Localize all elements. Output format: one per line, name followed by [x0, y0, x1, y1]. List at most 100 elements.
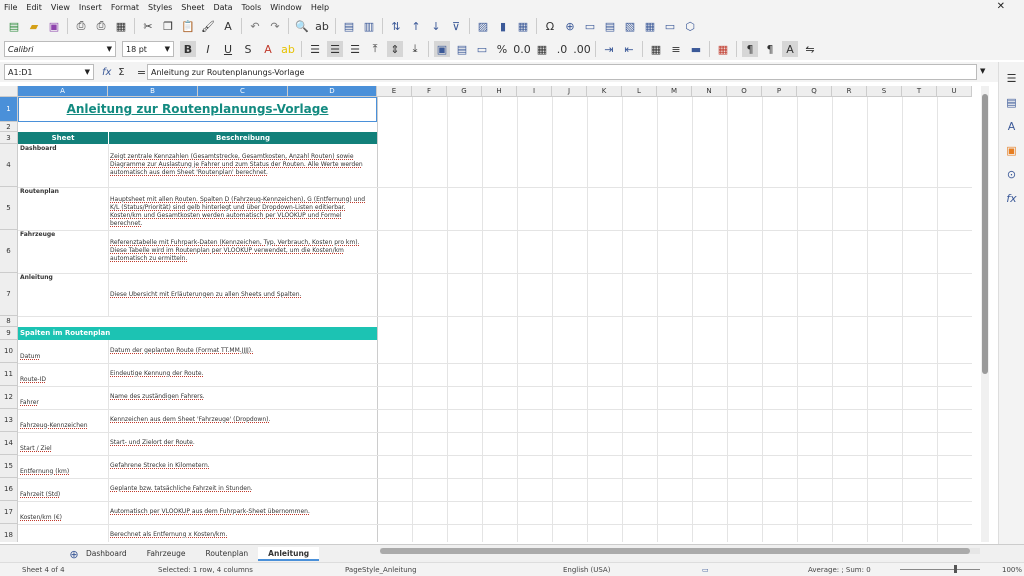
- save-icon[interactable]: ▣: [46, 18, 62, 34]
- sheet-title-cell[interactable]: Anleitung zur Routenplanungs-Vorlage: [18, 97, 377, 122]
- align-bottom-icon[interactable]: ⤓: [407, 41, 423, 57]
- column-header-f[interactable]: F: [412, 86, 447, 97]
- print-icon[interactable]: ⎙: [93, 18, 109, 34]
- text-vertical-icon[interactable]: A: [782, 41, 798, 57]
- tab-routenplan[interactable]: Routenplan: [195, 547, 258, 561]
- row-header-10[interactable]: 10: [0, 340, 18, 363]
- row-header-9[interactable]: 9: [0, 327, 18, 340]
- redo-icon[interactable]: ↷: [267, 18, 283, 34]
- font-color-icon[interactable]: A: [260, 41, 276, 57]
- column-name-cell[interactable]: Route-ID: [20, 376, 106, 384]
- vertical-scrollbar[interactable]: [981, 86, 989, 542]
- column-header-t[interactable]: T: [902, 86, 937, 97]
- undo-icon[interactable]: ↶: [247, 18, 263, 34]
- gallery-icon[interactable]: ▣: [1004, 142, 1020, 158]
- column-icon[interactable]: ▥: [361, 18, 377, 34]
- column-header-n[interactable]: N: [692, 86, 727, 97]
- row-header-1[interactable]: 1: [0, 97, 18, 122]
- horizontal-scrollbar[interactable]: [380, 548, 980, 554]
- chevron-down-icon[interactable]: ▼: [85, 68, 90, 76]
- delete-decimal-icon[interactable]: .00: [573, 41, 591, 57]
- column-description-cell[interactable]: Geplante bzw. tatsächliche Fahrzeit in S…: [110, 485, 375, 493]
- sheet-name-cell[interactable]: Dashboard: [20, 145, 106, 153]
- sheet-description-cell[interactable]: Zeigt zentrale Kennzahlen (Gesamtstrecke…: [110, 153, 375, 177]
- row-header-8[interactable]: 8: [0, 316, 18, 327]
- column-header-m[interactable]: M: [657, 86, 692, 97]
- clear-format-icon[interactable]: A: [220, 18, 236, 34]
- column-header-g[interactable]: G: [447, 86, 482, 97]
- function-wizard-icon[interactable]: fx: [102, 67, 111, 78]
- comment-icon[interactable]: ▭: [582, 18, 598, 34]
- row-header-5[interactable]: 5: [0, 187, 18, 230]
- print-preview-icon[interactable]: ▦: [113, 18, 129, 34]
- row-header-14[interactable]: 14: [0, 432, 18, 455]
- tab-anleitung[interactable]: Anleitung: [258, 546, 320, 561]
- column-header-o[interactable]: O: [727, 86, 762, 97]
- export-pdf-icon[interactable]: ⎙: [73, 18, 89, 34]
- selection-mode-icon[interactable]: ▭: [702, 566, 709, 574]
- font-size-box[interactable]: 18 pt ▼: [122, 41, 174, 57]
- spreadsheet-grid[interactable]: A B C D E F G H I J K L M N O P Q R S T …: [0, 86, 992, 542]
- column-description-cell[interactable]: Eindeutige Kennung der Route.: [110, 370, 375, 378]
- chevron-down-icon[interactable]: ▼: [165, 45, 170, 53]
- column-name-cell[interactable]: Entfernung (km): [20, 468, 106, 476]
- merge-center-icon[interactable]: ▣: [434, 41, 450, 57]
- align-left-icon[interactable]: ☰: [307, 41, 323, 57]
- text-direction-rtl-icon[interactable]: ¶: [762, 41, 778, 57]
- menu-tools[interactable]: Tools: [242, 3, 262, 12]
- menu-help[interactable]: Help: [311, 3, 329, 12]
- add-decimal-icon[interactable]: .0: [554, 41, 570, 57]
- new-document-icon[interactable]: ▤: [6, 18, 22, 34]
- find-replace-icon[interactable]: 🔍: [294, 18, 310, 34]
- align-top-icon[interactable]: ⤒: [367, 41, 383, 57]
- row-header-6[interactable]: 6: [0, 230, 18, 273]
- column-description-cell[interactable]: Gefahrene Strecke in Kilometern.: [110, 462, 375, 470]
- properties-icon[interactable]: ▤: [1004, 94, 1020, 110]
- sheet-name-cell[interactable]: Routenplan: [20, 188, 106, 196]
- column-name-cell[interactable]: Fahrzeit (Std): [20, 491, 106, 499]
- row-header-15[interactable]: 15: [0, 455, 18, 478]
- chevron-down-icon[interactable]: ▼: [107, 45, 112, 53]
- menu-window[interactable]: Window: [270, 3, 302, 12]
- sort-ascending-icon[interactable]: ↑: [408, 18, 424, 34]
- menu-sheet[interactable]: Sheet: [181, 3, 204, 12]
- headers-footers-icon[interactable]: ▤: [602, 18, 618, 34]
- pivot-table-icon[interactable]: ▦: [515, 18, 531, 34]
- sort-icon[interactable]: ⇅: [388, 18, 404, 34]
- scrollbar-thumb[interactable]: [380, 548, 970, 554]
- sheet-name-cell[interactable]: Fahrzeuge: [20, 231, 106, 239]
- paste-icon[interactable]: 📋: [180, 18, 196, 34]
- column-header-h[interactable]: H: [482, 86, 517, 97]
- zoom-slider-handle[interactable]: [954, 565, 957, 573]
- show-draw-functions-icon[interactable]: ⬡: [682, 18, 698, 34]
- column-description-cell[interactable]: Datum der geplanten Route (Format TT.MM.…: [110, 347, 375, 355]
- row-header-18[interactable]: 18: [0, 524, 18, 542]
- navigator-icon[interactable]: ⊙: [1004, 166, 1020, 182]
- column-header-d[interactable]: D: [288, 86, 377, 97]
- split-window-icon[interactable]: ▭: [662, 18, 678, 34]
- sheet-description-cell[interactable]: Hauptsheet mit allen Routen. Spalten D (…: [110, 196, 375, 228]
- status-language[interactable]: English (USA): [563, 566, 610, 574]
- column-header-p[interactable]: P: [762, 86, 797, 97]
- border-style-icon[interactable]: ≡: [668, 41, 684, 57]
- scrollbar-thumb[interactable]: [982, 94, 988, 374]
- copy-icon[interactable]: ❐: [160, 18, 176, 34]
- column-description-cell[interactable]: Start- und Zielort der Route.: [110, 439, 375, 447]
- row-header-7[interactable]: 7: [0, 273, 18, 316]
- conditional-format-icon[interactable]: ▦: [715, 41, 731, 57]
- increase-indent-icon[interactable]: ⇥: [601, 41, 617, 57]
- styles-icon[interactable]: A: [1004, 118, 1020, 134]
- zoom-slider[interactable]: [900, 569, 980, 570]
- sum-icon[interactable]: Σ: [113, 64, 129, 80]
- open-folder-icon[interactable]: ▰: [26, 18, 42, 34]
- format-currency-icon[interactable]: ▭: [474, 41, 490, 57]
- column-header-r[interactable]: R: [832, 86, 867, 97]
- column-description-cell[interactable]: Automatisch per VLOOKUP aus dem Fuhrpark…: [110, 508, 375, 516]
- menu-view[interactable]: View: [51, 3, 70, 12]
- header-description-cell[interactable]: Beschreibung: [108, 132, 377, 144]
- menu-styles[interactable]: Styles: [148, 3, 172, 12]
- format-date-icon[interactable]: ▦: [534, 41, 550, 57]
- sheet-description-cell[interactable]: Diese Übersicht mit Erläuterungen zu all…: [110, 291, 375, 299]
- define-print-area-icon[interactable]: ▧: [622, 18, 638, 34]
- column-header-l[interactable]: L: [622, 86, 657, 97]
